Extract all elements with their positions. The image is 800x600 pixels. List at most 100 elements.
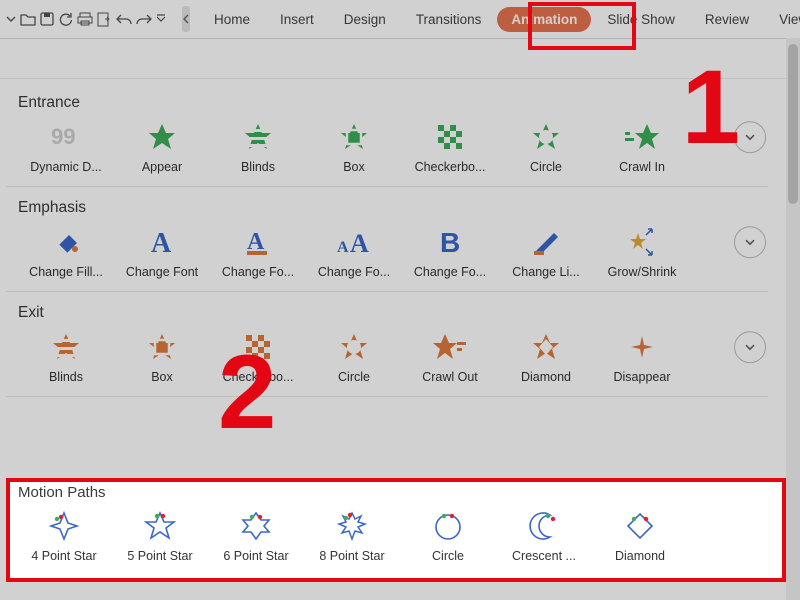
label: Change Fo... xyxy=(404,265,496,279)
entrance-dynamic[interactable]: 99 Dynamic D... xyxy=(18,114,114,174)
tab-insert[interactable]: Insert xyxy=(266,4,328,35)
box-icon xyxy=(335,118,373,156)
emphasis-font[interactable]: AChange Font xyxy=(114,219,210,279)
expand-emphasis[interactable] xyxy=(734,226,766,258)
4pt-star-icon xyxy=(45,507,83,545)
blinds-icon xyxy=(47,328,85,366)
tab-slideshow[interactable]: Slide Show xyxy=(593,4,689,35)
label: Checkerbo... xyxy=(404,160,496,174)
motion-diamond[interactable]: Diamond xyxy=(592,503,688,563)
more-icon[interactable] xyxy=(156,8,166,30)
scrollbar[interactable] xyxy=(786,38,800,600)
star-icon xyxy=(143,118,181,156)
motion-8pt[interactable]: 8 Point Star xyxy=(304,503,400,563)
cutoff-row xyxy=(0,38,786,79)
exit-blinds[interactable]: Blinds xyxy=(18,324,114,384)
box-icon xyxy=(143,328,181,366)
label: Blinds xyxy=(212,160,304,174)
emphasis-fill[interactable]: Change Fill... xyxy=(18,219,114,279)
label: 4 Point Star xyxy=(18,549,110,563)
entrance-box[interactable]: Box xyxy=(306,114,402,174)
label: Crawl In xyxy=(596,160,688,174)
entrance-crawlin[interactable]: Crawl In xyxy=(594,114,690,174)
exit-crawlout[interactable]: Crawl Out xyxy=(402,324,498,384)
undo-icon[interactable] xyxy=(116,8,132,30)
divider xyxy=(6,396,768,397)
motion-row: 4 Point Star 5 Point Star 6 Point Star 8… xyxy=(16,503,776,563)
print-icon[interactable] xyxy=(77,8,93,30)
label: Appear xyxy=(116,160,208,174)
crawl-icon xyxy=(623,118,661,156)
redo-icon[interactable] xyxy=(136,8,152,30)
exit-disappear[interactable]: Disappear xyxy=(594,324,690,384)
exit-diamond[interactable]: Diamond xyxy=(498,324,594,384)
section-title: Exit xyxy=(18,304,778,322)
entrance-circle[interactable]: Circle xyxy=(498,114,594,174)
dynamic-icon: 99 xyxy=(47,118,85,156)
label: Circle xyxy=(402,549,494,563)
diamond-path-icon xyxy=(621,507,659,545)
emphasis-grow[interactable]: Grow/Shrink xyxy=(594,219,690,279)
label: Blinds xyxy=(20,370,112,384)
motion-circle[interactable]: Circle xyxy=(400,503,496,563)
expand-exit[interactable] xyxy=(734,331,766,363)
save-icon[interactable] xyxy=(40,8,54,30)
tab-review[interactable]: Review xyxy=(691,4,763,35)
section-motion-paths: Motion Paths 4 Point Star 5 Point Star 6… xyxy=(6,478,786,582)
section-title: Emphasis xyxy=(18,199,778,217)
quick-access-toolbar: Home Insert Design Transitions Animation… xyxy=(0,0,800,39)
crescent-icon xyxy=(525,507,563,545)
ribbon-tabs: Home Insert Design Transitions Animation… xyxy=(200,4,800,35)
label: Circle xyxy=(308,370,400,384)
exit-row: Blinds Box Checkerbo... Circle Crawl Out… xyxy=(18,324,778,384)
label: 8 Point Star xyxy=(306,549,398,563)
label: Change Fo... xyxy=(308,265,400,279)
entrance-checker[interactable]: Checkerbo... xyxy=(402,114,498,174)
8pt-star-icon xyxy=(333,507,371,545)
emphasis-fontsize[interactable]: AAChange Fo... xyxy=(306,219,402,279)
dropdown-icon[interactable] xyxy=(6,8,16,30)
fontcolor-icon: A xyxy=(239,223,277,261)
tab-animation[interactable]: Animation xyxy=(497,7,591,32)
scroll-left-icon[interactable] xyxy=(182,6,190,32)
section-entrance: Entrance 99 Dynamic D... Appear Blinds Bo… xyxy=(6,82,786,186)
section-exit: Exit Blinds Box Checkerbo... Circle Craw… xyxy=(6,292,786,396)
label: Diamond xyxy=(594,549,686,563)
svg-text:A: A xyxy=(151,228,172,257)
svg-text:A: A xyxy=(337,239,349,256)
6pt-star-icon xyxy=(237,507,275,545)
svg-text:99: 99 xyxy=(51,124,75,149)
motion-5pt[interactable]: 5 Point Star xyxy=(112,503,208,563)
label: Crescent ... xyxy=(498,549,590,563)
crawl-icon xyxy=(431,328,469,366)
label: 6 Point Star xyxy=(210,549,302,563)
label: Diamond xyxy=(500,370,592,384)
label: Dynamic D... xyxy=(20,160,112,174)
entrance-blinds[interactable]: Blinds xyxy=(210,114,306,174)
exit-box[interactable]: Box xyxy=(114,324,210,384)
motion-4pt[interactable]: 4 Point Star xyxy=(16,503,112,563)
motion-6pt[interactable]: 6 Point Star xyxy=(208,503,304,563)
entrance-appear[interactable]: Appear xyxy=(114,114,210,174)
exit-circle[interactable]: Circle xyxy=(306,324,402,384)
tab-view[interactable]: View xyxy=(765,4,800,35)
circle-path-icon xyxy=(429,507,467,545)
emphasis-fontcolor[interactable]: AChange Fo... xyxy=(210,219,306,279)
emphasis-fontstyle[interactable]: BChange Fo... xyxy=(402,219,498,279)
tab-home[interactable]: Home xyxy=(200,4,264,35)
label: Grow/Shrink xyxy=(596,265,688,279)
tab-design[interactable]: Design xyxy=(330,4,400,35)
fill-icon xyxy=(47,223,85,261)
open-icon[interactable] xyxy=(20,8,36,30)
tab-transitions[interactable]: Transitions xyxy=(402,4,496,35)
section-title: Entrance xyxy=(18,94,778,112)
emphasis-line[interactable]: Change Li... xyxy=(498,219,594,279)
circle-icon xyxy=(527,118,565,156)
label: Circle xyxy=(500,160,592,174)
grow-icon xyxy=(623,223,661,261)
sparkle-icon xyxy=(623,328,661,366)
refresh-icon[interactable] xyxy=(58,8,73,30)
motion-crescent[interactable]: Crescent ... xyxy=(496,503,592,563)
scrollbar-thumb[interactable] xyxy=(788,44,798,204)
export-icon[interactable] xyxy=(97,8,112,30)
